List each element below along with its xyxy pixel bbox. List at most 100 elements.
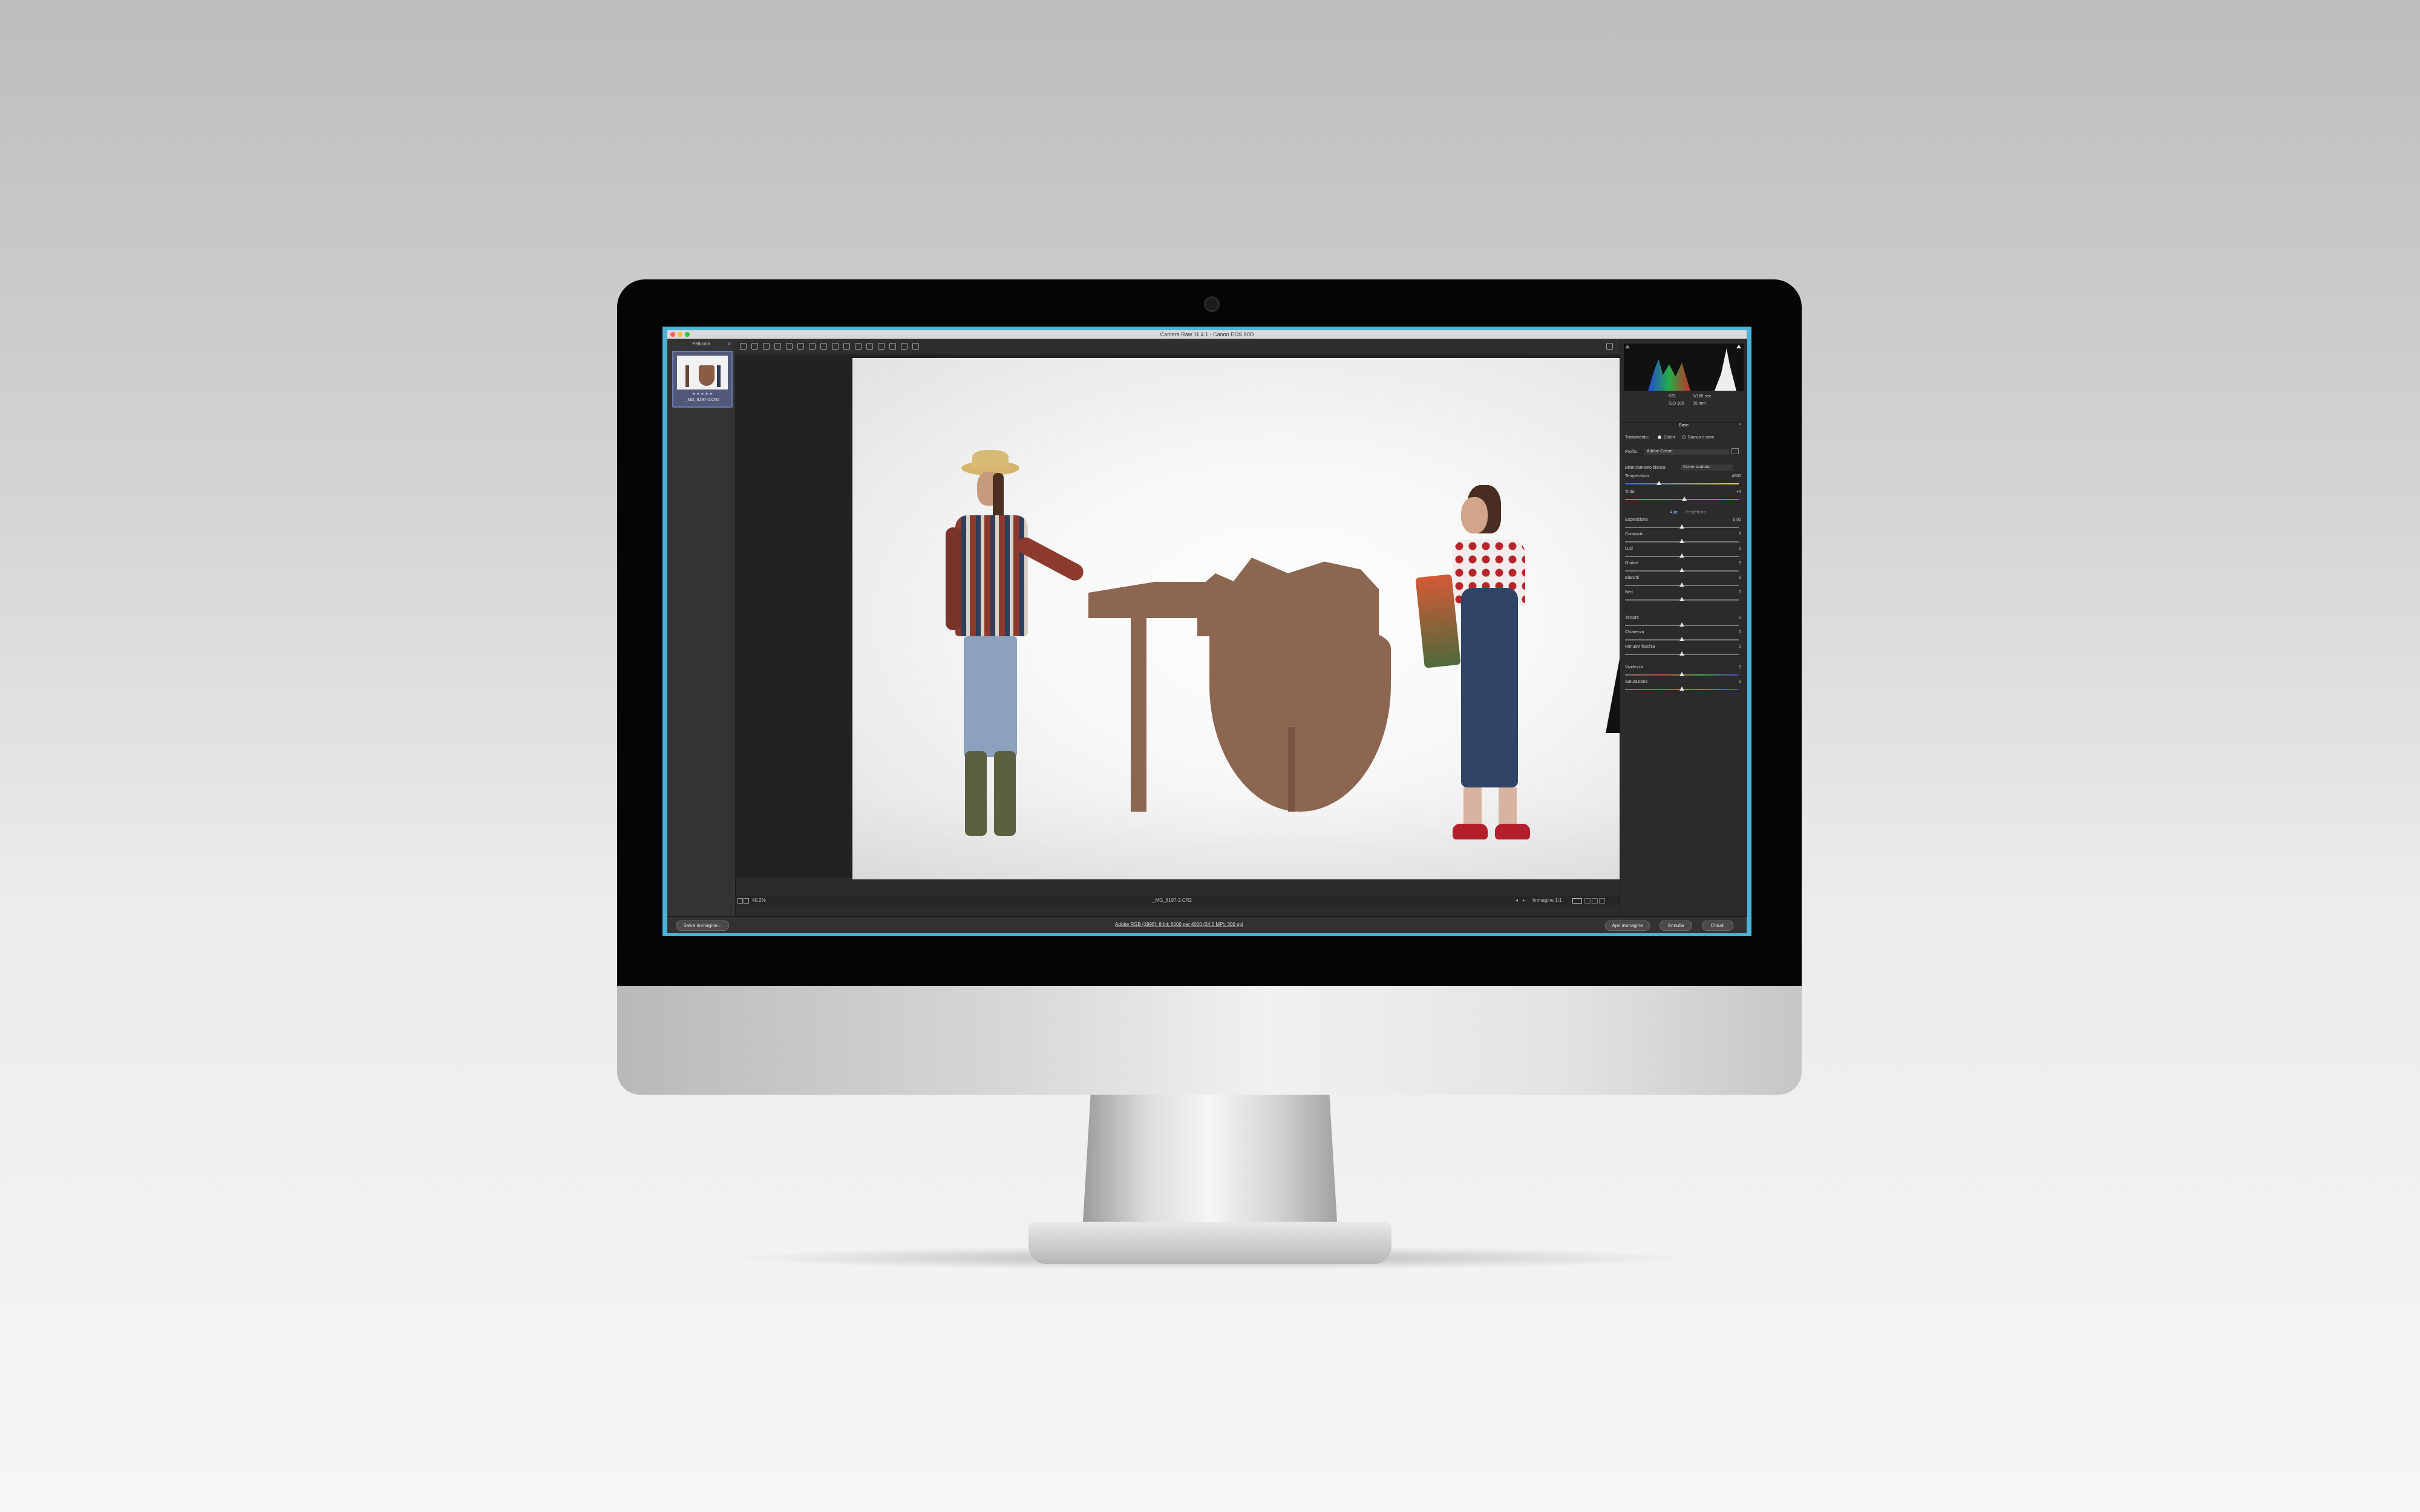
- hand-icon[interactable]: [751, 343, 758, 350]
- adjustment-brush-icon[interactable]: [855, 343, 862, 350]
- filmstrip-thumbnail[interactable]: ★ ★ ★ ★ ★ _MG_8197-2.CR2: [672, 351, 733, 408]
- slider-label: Contrasto: [1625, 532, 1644, 536]
- next-image-icon[interactable]: ▸: [1523, 896, 1525, 905]
- slider-handle[interactable]: [1679, 597, 1684, 601]
- copy-settings-icon[interactable]: [1599, 898, 1605, 904]
- slider-value[interactable]: 0: [1739, 665, 1741, 670]
- zoom-out-icon[interactable]: [737, 898, 743, 904]
- workflow-options-link[interactable]: Adobe RGB (1998); 8 bit; 6000 per 4000 (…: [1115, 922, 1243, 927]
- close-window-button[interactable]: [670, 332, 675, 337]
- target-adjustment-icon[interactable]: [786, 343, 793, 350]
- view-mode-icon[interactable]: [1572, 898, 1582, 904]
- straighten-icon[interactable]: [809, 343, 816, 350]
- fullscreen-icon[interactable]: [1606, 343, 1613, 350]
- compare-icon[interactable]: [1584, 898, 1591, 904]
- thumbnail-stars[interactable]: ★ ★ ★ ★ ★: [673, 392, 731, 396]
- slider-temperatura[interactable]: Temperatura 4800: [1625, 474, 1742, 489]
- slider-tinta[interactable]: Tinta +4: [1625, 490, 1742, 504]
- slider-handle[interactable]: [1679, 637, 1684, 641]
- filmstrip-menu-icon[interactable]: ≡: [728, 341, 731, 347]
- white-balance-select[interactable]: Come scattato: [1681, 464, 1733, 471]
- zoom-in-icon[interactable]: [744, 898, 749, 904]
- slider-rimuovi-foschia[interactable]: Rimuovi foschia 0: [1625, 645, 1742, 659]
- wb-sliders: Temperatura 4800 Tinta +4: [1620, 474, 1747, 508]
- slider-ombre[interactable]: Ombre 0: [1625, 561, 1742, 576]
- slider-value[interactable]: 0: [1739, 616, 1741, 620]
- treatment-colors-radio[interactable]: [1658, 435, 1661, 439]
- preferences-icon[interactable]: [889, 343, 896, 350]
- slider-track[interactable]: [1625, 483, 1739, 484]
- slider-handle[interactable]: [1679, 582, 1684, 587]
- slider-value[interactable]: 0: [1739, 561, 1741, 565]
- slider-handle[interactable]: [1679, 568, 1684, 572]
- spot-removal-icon[interactable]: [832, 343, 839, 350]
- graduated-filter-icon[interactable]: [866, 343, 873, 350]
- camera-focal: 35 mm: [1693, 402, 1706, 406]
- treatment-bw-radio[interactable]: [1682, 435, 1686, 439]
- slider-value[interactable]: 0,00: [1733, 518, 1741, 522]
- slider-chiarezza[interactable]: Chiarezza 0: [1625, 630, 1742, 645]
- slider-contrasto[interactable]: Contrasto 0: [1625, 532, 1742, 547]
- crop-icon[interactable]: [797, 343, 804, 350]
- minimize-window-button[interactable]: [678, 332, 682, 337]
- window-title: Camera Raw 11.4.1 - Canon EOS 80D: [1160, 331, 1254, 337]
- slider-handle[interactable]: [1679, 622, 1684, 627]
- slider-value[interactable]: 4800: [1732, 474, 1741, 478]
- screen: Camera Raw 11.4.1 - Canon EOS 80D Pellic…: [662, 327, 1751, 936]
- slider-handle[interactable]: [1681, 497, 1687, 501]
- treatment-label: Trattamento:: [1625, 435, 1649, 440]
- slider-handle[interactable]: [1679, 672, 1684, 676]
- slider-handle[interactable]: [1679, 651, 1684, 656]
- save-image-button[interactable]: Salva immagine...: [676, 921, 729, 931]
- slider-value[interactable]: 0: [1739, 590, 1741, 595]
- slider-value[interactable]: 0: [1739, 645, 1741, 649]
- zoom-icon[interactable]: [740, 343, 747, 350]
- rotate-left-icon[interactable]: [901, 343, 908, 350]
- slider-texture[interactable]: Texture 0: [1625, 616, 1742, 630]
- slider-luci[interactable]: Luci 0: [1625, 547, 1742, 561]
- image-preview-area[interactable]: [735, 354, 1636, 879]
- title-bar: Camera Raw 11.4.1 - Canon EOS 80D: [667, 330, 1747, 339]
- slider-label: Tinta: [1625, 490, 1635, 494]
- open-image-button[interactable]: Apri immagine: [1605, 921, 1650, 931]
- prev-image-icon[interactable]: ◂: [1516, 896, 1518, 905]
- slider-handle[interactable]: [1679, 539, 1684, 543]
- cancel-button[interactable]: Annulla: [1660, 921, 1692, 931]
- radial-filter-icon[interactable]: [878, 343, 885, 350]
- slider-label: Neri: [1625, 590, 1633, 595]
- profile-browser-icon[interactable]: [1732, 448, 1739, 454]
- slider-value[interactable]: 0: [1739, 680, 1741, 684]
- auto-button[interactable]: Auto: [1670, 510, 1678, 515]
- default-button[interactable]: Predefinito: [1686, 510, 1705, 515]
- done-button[interactable]: Chiudi: [1702, 921, 1733, 931]
- swap-icon[interactable]: [1592, 898, 1598, 904]
- status-bar: 40,2% _MG_8197-2.CR2 ◂ ▸ Immagine 1/1: [735, 896, 1620, 905]
- slider-neri[interactable]: Neri 0: [1625, 590, 1742, 605]
- slider-vividezza[interactable]: Vividezza 0: [1625, 665, 1742, 680]
- slider-esposizione[interactable]: Esposizione 0,00: [1625, 518, 1742, 532]
- rotate-right-icon[interactable]: [912, 343, 919, 350]
- white-balance-icon[interactable]: [763, 343, 770, 350]
- slider-saturazione[interactable]: Saturazione 0: [1625, 680, 1742, 694]
- image-counter: Immagine 1/1: [1532, 898, 1562, 903]
- slider-handle[interactable]: [1656, 481, 1662, 485]
- slider-handle[interactable]: [1679, 553, 1684, 558]
- slider-value[interactable]: 0: [1739, 576, 1741, 580]
- maximize-window-button[interactable]: [685, 332, 690, 337]
- slider-value[interactable]: +4: [1736, 490, 1741, 494]
- color-sampler-icon[interactable]: [774, 343, 781, 350]
- slider-value[interactable]: 0: [1739, 630, 1741, 634]
- slider-handle[interactable]: [1679, 686, 1684, 691]
- highlight-clipping-icon[interactable]: [1736, 345, 1741, 348]
- current-filename: _MG_8197-2.CR2: [1153, 898, 1192, 903]
- shadow-clipping-icon[interactable]: [1625, 345, 1630, 348]
- slider-handle[interactable]: [1679, 524, 1684, 529]
- profile-select[interactable]: Adobe Colore: [1644, 449, 1729, 455]
- panel-menu-icon[interactable]: ≡: [1739, 423, 1741, 427]
- slider-bianchi[interactable]: Bianchi 0: [1625, 576, 1742, 590]
- red-eye-icon[interactable]: [843, 343, 850, 350]
- zoom-level[interactable]: 40,2%: [752, 896, 766, 905]
- slider-value[interactable]: 0: [1739, 532, 1741, 536]
- slider-value[interactable]: 0: [1739, 547, 1741, 551]
- transform-icon[interactable]: [820, 343, 827, 350]
